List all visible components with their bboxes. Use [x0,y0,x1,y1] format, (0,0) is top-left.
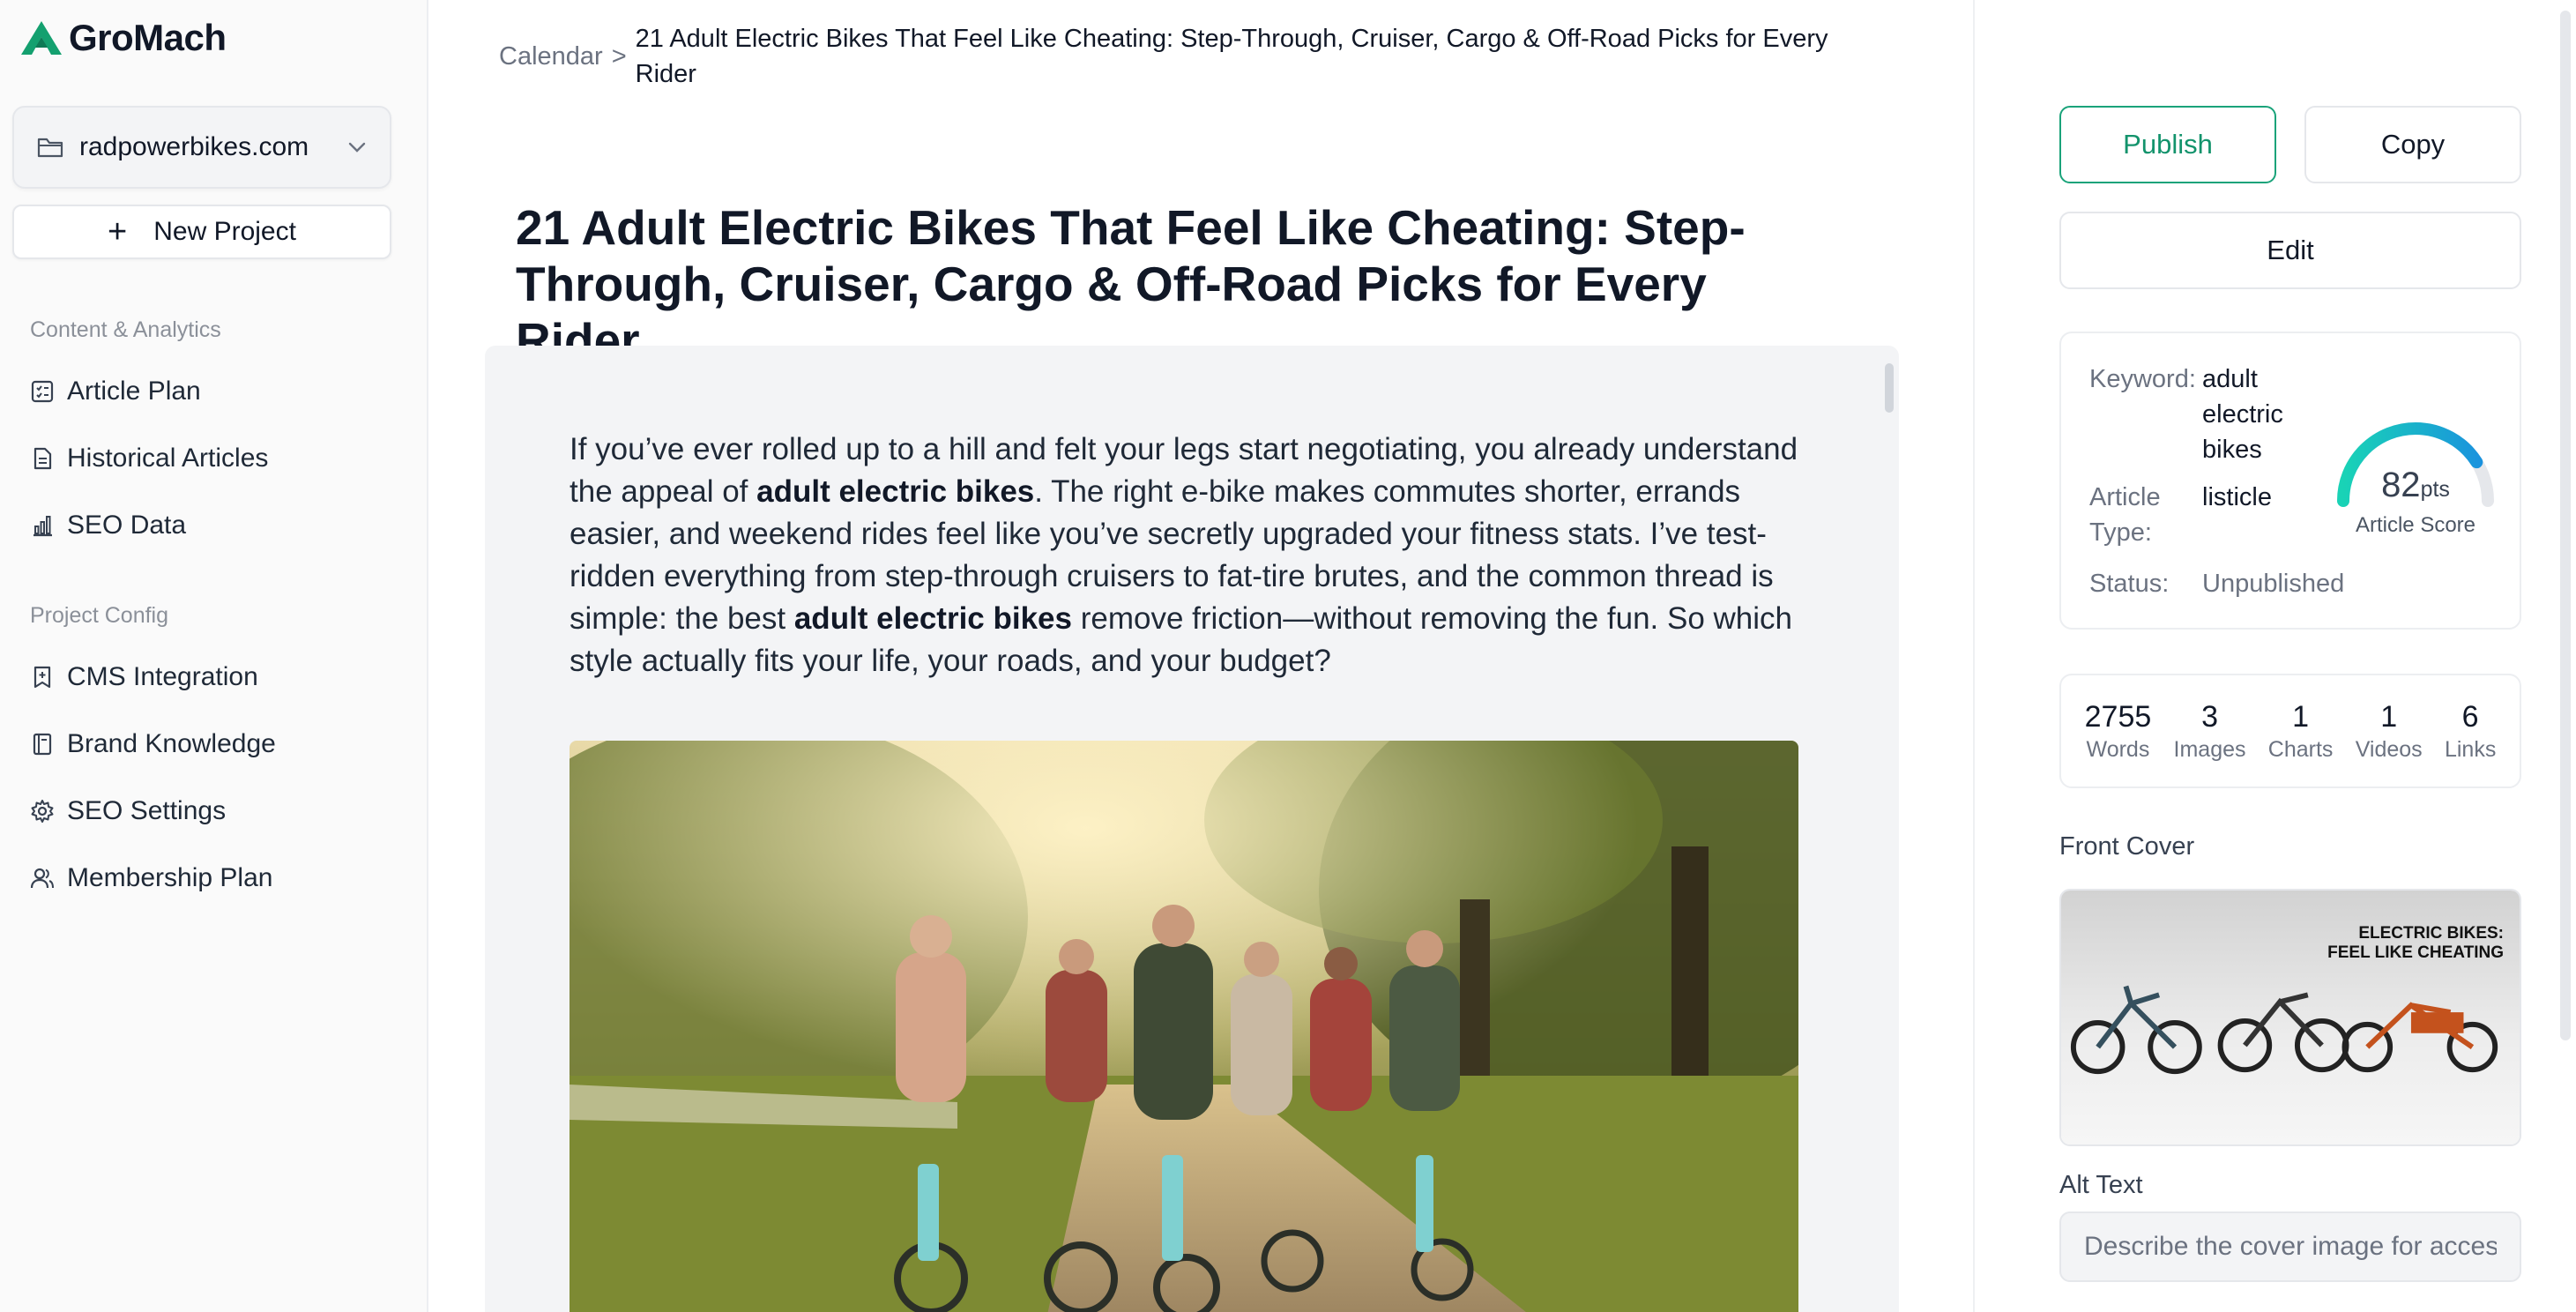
sidebar: GroMach radpowerbikes.com + New Project … [0,0,428,1312]
stat-label: Charts [2267,737,2334,762]
article-title: 21 Adult Electric Bikes That Feel Like C… [516,200,1746,368]
front-cover-image[interactable]: ELECTRIC BIKES: FEEL LIKE CHEATING [2059,889,2521,1146]
chevron-down-icon [348,142,366,153]
new-project-button[interactable]: + New Project [12,205,391,259]
article-score-value: 82pts [2381,466,2450,504]
sidebar-item-label: Brand Knowledge [67,729,276,758]
project-selector[interactable]: radpowerbikes.com [12,106,391,189]
family-cycling-illustration [570,741,1798,1312]
keyword-value: adult electric bikes [2202,365,2283,464]
article-type-row: Article Type: listicle [2089,480,2290,550]
sidebar-item-historical-articles[interactable]: Historical Articles [30,439,268,478]
brand-name: GroMach [69,17,227,58]
article-scrollbar[interactable] [1885,363,1894,413]
stat-label: Words [2086,737,2150,762]
article-content[interactable]: If you’ve ever rolled up to a hill and f… [485,346,1899,1312]
article-type-value: listicle [2202,483,2272,511]
stat-value: 1 [2380,700,2398,734]
brand-logo[interactable]: GroMach [19,16,227,60]
stat-words: 2755 Words [2085,698,2152,764]
status-label: Status: [2089,570,2170,598]
project-domain: radpowerbikes.com [79,132,309,161]
breadcrumb: Calendar > 21 Adult Electric Bikes That … [499,21,1874,92]
gear-icon [31,800,54,823]
stat-value: 3 [2201,700,2218,734]
bar-chart-icon [34,516,52,537]
stat-value: 2755 [2084,700,2152,734]
sidebar-item-label: Historical Articles [67,444,269,473]
front-cover-label: Front Cover [2059,832,2195,861]
article-intro: If you’ve ever rolled up to a hill and f… [570,429,1813,682]
stat-label: Links [2444,737,2497,762]
keyword-label: Keyword: [2089,365,2196,393]
hero-image [570,741,1798,1312]
new-project-label: New Project [153,217,296,246]
sidebar-item-label: Membership Plan [67,863,273,892]
bookmark-add-icon [34,666,51,689]
copy-button[interactable]: Copy [2304,106,2521,183]
section-title-content-analytics: Content & Analytics [30,317,221,342]
status-value: Unpublished [2202,570,2345,598]
alt-text-label: Alt Text [2059,1171,2143,1199]
sidebar-item-label: SEO Settings [67,796,227,825]
page-scrollbar[interactable] [2560,11,2571,1040]
alt-text-input[interactable] [2059,1211,2521,1282]
sidebar-item-membership-plan[interactable]: Membership Plan [30,859,272,898]
sidebar-item-cms-integration[interactable]: CMS Integration [30,658,258,697]
article-stats-card: 2755 Words 3 Images 1 Charts 1 Videos 6 Links [2059,674,2521,788]
breadcrumb-calendar-link[interactable]: Calendar [499,39,603,92]
article-main: Calendar > 21 Adult Electric Bikes That … [430,0,1973,1312]
sidebar-item-label: CMS Integration [67,662,258,691]
breadcrumb-separator: > [611,42,627,71]
sidebar-item-label: Article Plan [67,376,201,406]
stat-label: Images [2173,737,2246,762]
keyword-row: Keyword: adult electric bikes [2089,362,2290,467]
stat-value: 1 [2292,700,2310,734]
gromach-logo-icon [21,21,62,55]
article-details-panel: Publish Copy Edit Keyword: adult electri… [1973,0,2576,1312]
folder-icon [37,138,63,158]
sidebar-item-seo-settings[interactable]: SEO Settings [30,792,226,831]
sidebar-item-brand-knowledge[interactable]: Brand Knowledge [30,725,276,764]
article-score-label: Article Score [2355,513,2476,537]
stat-links: 6 Links [2445,698,2496,764]
book-icon [33,733,52,756]
edit-button[interactable]: Edit [2059,212,2521,289]
stat-videos: 1 Videos [2356,698,2423,764]
checklist-icon [31,380,54,403]
keyword-highlight: adult electric bikes [756,474,1035,509]
breadcrumb-current: 21 Adult Electric Bikes That Feel Like C… [635,25,1828,88]
status-row: Status: Unpublished [2089,566,2379,601]
stat-label: Videos [2355,737,2423,762]
plus-icon: + [108,213,128,250]
sidebar-item-label: SEO Data [67,511,187,540]
cover-headline: ELECTRIC BIKES: FEEL LIKE CHEATING [2327,924,2504,962]
document-icon [34,447,52,470]
sidebar-item-seo-data[interactable]: SEO Data [30,506,186,545]
sidebar-item-article-plan[interactable]: Article Plan [30,372,201,411]
stat-charts: 1 Charts [2268,698,2334,764]
section-title-project-config: Project Config [30,603,169,628]
article-type-label: Article Type: [2089,483,2161,547]
stat-value: 6 [2461,700,2479,734]
publish-button[interactable]: Publish [2059,106,2276,183]
users-icon [30,868,54,889]
keyword-highlight: adult electric bikes [793,601,1072,636]
article-info-card: Keyword: adult electric bikes Article Ty… [2059,332,2521,630]
stat-images: 3 Images [2174,698,2246,764]
